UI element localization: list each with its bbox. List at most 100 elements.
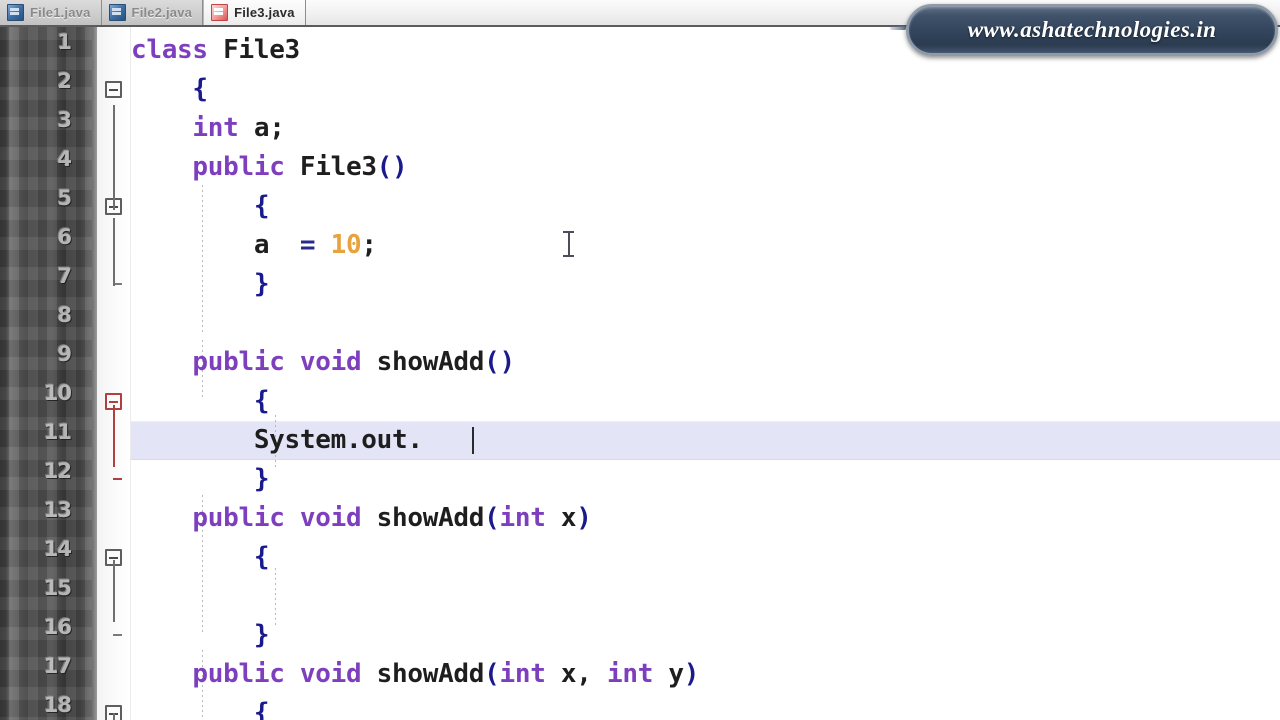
tab-label: File1.java	[30, 5, 91, 20]
tab-file1-java[interactable]: File1.java	[0, 0, 102, 25]
code-token: int	[499, 503, 546, 533]
fold-region-line	[113, 105, 115, 210]
code-token: ()	[484, 347, 515, 377]
line-number: 2	[57, 69, 72, 93]
watermark-text: www.ashatechnologies.in	[967, 17, 1217, 42]
code-token: public void	[192, 503, 362, 533]
tab-file2-java[interactable]: File2.java	[101, 0, 204, 25]
fold-region-line	[113, 713, 115, 720]
code-token: y	[653, 659, 684, 689]
code-token: int	[606, 659, 654, 689]
code-line: public void showAdd()	[131, 343, 1280, 382]
editor-window: File1.java File2.java File3.java 1234567…	[0, 0, 1280, 720]
line-number: 9	[57, 342, 72, 366]
line-number: 12	[43, 459, 72, 483]
java-file-icon	[7, 4, 24, 21]
java-file-modified-icon	[211, 3, 229, 21]
line-number: 8	[57, 303, 72, 327]
code-line: System.out.	[131, 421, 1280, 460]
code-token: {	[131, 74, 208, 104]
code-token: ()	[376, 152, 408, 182]
code-line: }	[131, 265, 1280, 304]
code-token: System.out.	[131, 425, 423, 455]
line-number: 1	[57, 30, 72, 54]
code-line: {	[131, 70, 1280, 109]
line-number: 3	[57, 108, 72, 132]
code-token: public void	[192, 659, 362, 689]
code-token: {	[131, 191, 270, 221]
ibeam-stem	[568, 232, 570, 256]
fold-region-end-marker	[113, 634, 122, 636]
site-watermark-badge: www.ashatechnologies.in	[906, 4, 1278, 56]
code-line: }	[131, 616, 1280, 655]
line-number: 16	[43, 615, 72, 639]
code-token: showAdd	[361, 659, 485, 689]
java-file-icon	[108, 4, 126, 21]
watermark-tail	[890, 26, 906, 30]
code-line: public void showAdd(int x, int y)	[131, 655, 1280, 694]
code-token: x	[545, 503, 577, 533]
code-token: 10	[330, 230, 362, 260]
mouse-ibeam-cursor	[563, 231, 574, 257]
code-line: }	[131, 460, 1280, 499]
fold-collapse-icon[interactable]	[105, 81, 122, 98]
code-token: {	[131, 386, 270, 416]
tab-label: File2.java	[131, 5, 193, 20]
tab-file3-java[interactable]: File3.java	[203, 0, 306, 25]
code-token: }	[131, 269, 270, 299]
code-token: =	[299, 230, 316, 260]
code-line: {	[131, 382, 1280, 421]
fold-region-end-marker	[113, 478, 122, 480]
code-line: public void showAdd(int x)	[131, 499, 1280, 538]
line-number: 15	[43, 576, 72, 600]
code-token: {	[131, 698, 270, 720]
code-token: a;	[238, 113, 285, 143]
tab-label: File3.java	[234, 4, 295, 20]
code-line: {	[131, 538, 1280, 577]
code-token: {	[131, 542, 270, 572]
code-token: ;	[361, 230, 377, 260]
line-number: 18	[43, 693, 72, 717]
code-token: class	[131, 35, 208, 65]
code-token: public	[192, 152, 285, 182]
code-token: showAdd	[361, 347, 485, 377]
text-caret	[472, 427, 474, 454]
fold-region-line	[113, 218, 115, 286]
code-token: (	[484, 503, 500, 533]
code-token: File3	[284, 152, 377, 182]
code-token: }	[131, 464, 270, 494]
code-token: )	[683, 659, 700, 689]
code-token: File3	[223, 35, 300, 65]
line-number: 6	[57, 225, 72, 249]
line-number: 11	[43, 420, 72, 444]
code-editor-surface[interactable]: class File3 { int a; public File3() { a …	[131, 27, 1280, 720]
line-number: 7	[57, 264, 72, 288]
code-folding-margin[interactable]	[97, 27, 131, 720]
line-number: 5	[57, 186, 72, 210]
line-number-gutter[interactable]: 1 2 3 4 5 6 7 8 9 10 11 12 13 14 15 16 17 18	[0, 27, 97, 720]
code-token: x,	[545, 659, 607, 689]
line-number: 4	[57, 147, 72, 171]
fold-region-line	[113, 405, 115, 467]
code-line: {	[131, 187, 1280, 226]
code-token: showAdd	[361, 503, 485, 533]
line-number: 14	[43, 537, 72, 561]
line-number: 17	[43, 654, 72, 678]
code-line: int a;	[131, 109, 1280, 148]
code-token: }	[131, 620, 270, 650]
code-line: a = 10;	[131, 226, 1280, 265]
code-line: {	[131, 694, 1280, 720]
code-token: (	[484, 659, 500, 689]
code-token: int	[192, 113, 239, 143]
fold-region-line	[113, 560, 115, 622]
code-line: public File3()	[131, 148, 1280, 187]
line-number: 13	[43, 498, 72, 522]
